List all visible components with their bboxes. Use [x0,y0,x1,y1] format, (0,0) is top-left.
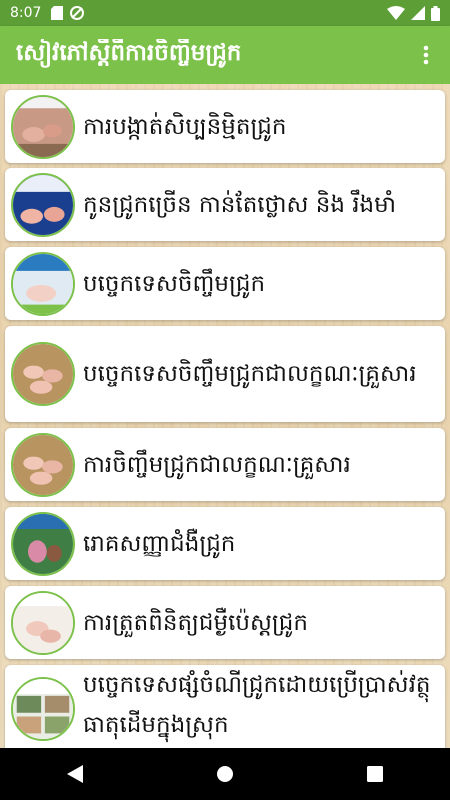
list-item-title: ការបង្កាត់សិប្បនិម្មិតជ្រូក [83,113,287,140]
list-item[interactable]: បច្ចេកទេសចិញ្ចឹមជ្រូកជាលក្ខណៈគ្រួសារ [5,326,445,422]
list-item[interactable]: ការត្រួតពិនិត្យជម្ងឺប៉េស្តជ្រូក [5,586,445,659]
list-item[interactable]: ការបង្កាត់សិប្បនិម្មិតជ្រូក [5,90,445,163]
pig-photo-thumbnail [11,590,75,655]
status-bar: 8:07 [0,0,450,26]
list-item-title: បច្ចេកទេសចិញ្ចឹមជ្រូក [83,270,266,297]
pig-photo-thumbnail [11,432,75,497]
list-item-title: ការចិញ្ចឹមជ្រូកជាលក្ខណៈគ្រួសារ [83,451,351,478]
pig-photo-thumbnail [11,251,75,316]
more-vert-icon [423,45,429,65]
sync-disabled-icon [70,6,85,20]
app-title: សៀវភៅស្តីពីការចិញ្ចឹមជ្រូក [16,39,242,66]
pig-photo-thumbnail [11,342,75,406]
signal-icon [411,6,425,20]
list-item[interactable]: កូនជ្រូកច្រើន កាន់តែថ្លោស និង រឹងមាំ [5,168,445,241]
list-item-title: កូនជ្រូកច្រើន កាន់តែថ្លោស និង រឹងមាំ [83,191,397,218]
home-circle-icon [217,766,233,782]
list-item[interactable]: ការចិញ្ចឹមជ្រូកជាលក្ខណៈគ្រួសារ [5,428,445,501]
list-item-title: រោគសញ្ញាជំងឺជ្រូក [83,530,236,557]
recents-button[interactable] [345,748,405,800]
app-bar: សៀវភៅស្តីពីការចិញ្ចឹមជ្រូក [0,26,450,84]
navigation-bar [0,748,450,800]
list-item[interactable]: រោគសញ្ញាជំងឺជ្រូក [5,507,445,580]
list-item-title: បច្ចេកទេសចិញ្ចឹមជ្រូកជាលក្ខណៈគ្រួសារ [83,361,417,387]
overflow-menu-button[interactable] [402,26,450,84]
wifi-icon [387,6,405,20]
list-item[interactable]: បច្ចេកទេសចិញ្ចឹមជ្រូក [5,247,445,320]
back-triangle-icon [67,765,83,783]
recents-square-icon [367,766,383,782]
back-button[interactable] [45,748,105,800]
battery-icon [431,5,440,21]
list-item-title: ការត្រួតពិនិត្យជម្ងឺប៉េស្តជ្រូក [83,609,308,636]
pig-photo-thumbnail [11,677,75,741]
status-time: 8:07 [10,5,42,21]
sd-card-icon [51,6,64,20]
list-item[interactable]: បច្ចេកទេសផ្សំចំណីជ្រូកដោយប្រើប្រាស់វត្ថុ… [5,665,445,748]
pig-photo-thumbnail [11,511,75,576]
home-button[interactable] [195,748,255,800]
pig-photo-thumbnail [11,94,75,159]
list-item-title: បច្ចេកទេសផ្សំចំណីជ្រូកដោយប្រើប្រាស់វត្ថុ… [83,672,431,738]
pig-photo-thumbnail [11,172,75,237]
article-list[interactable]: ការបង្កាត់សិប្បនិម្មិតជ្រូក កូនជ្រូកច្រើ… [0,84,450,748]
